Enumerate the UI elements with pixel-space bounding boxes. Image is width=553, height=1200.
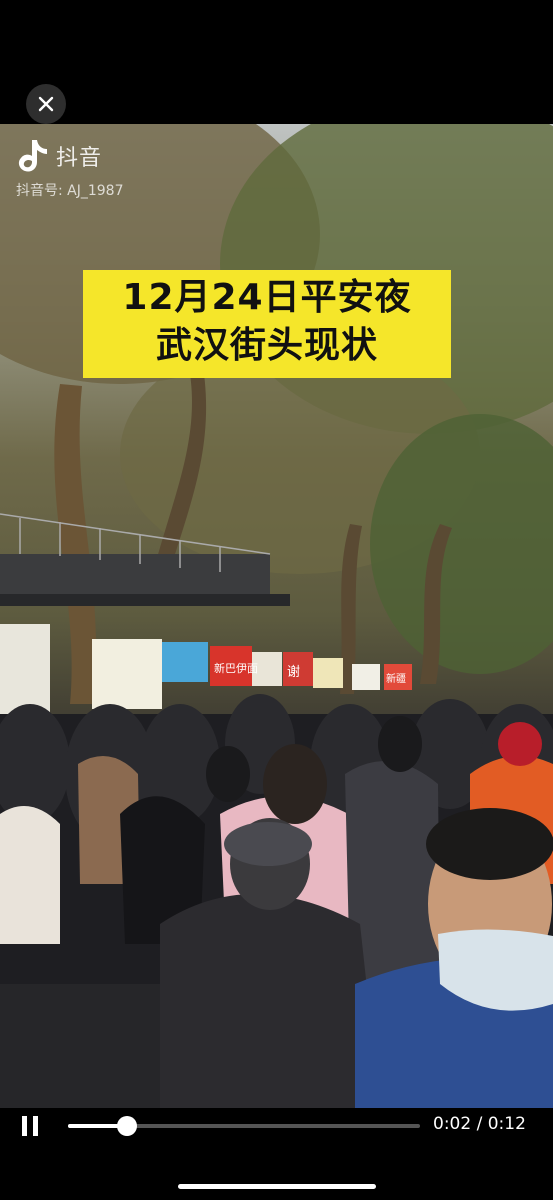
time-separator: / [476,1114,483,1134]
caption-line-1: 12月24日平安夜 [122,277,412,318]
video-caption: 12月24日平安夜 武汉街头现状 [83,270,451,378]
duration: 0:12 [487,1114,526,1134]
time-display: 0:02 / 0:12 [433,1114,526,1134]
close-icon [38,96,54,112]
pause-button[interactable] [22,1116,42,1138]
watermark-app-name: 抖音 [56,146,103,171]
video-frame[interactable]: 新巴伊面 谢 新疆 抖音 抖音号: AJ_1987 12月24日平安夜 武汉街头… [0,124,553,1108]
douyin-logo-icon [18,140,47,172]
progress-bar[interactable] [68,1116,420,1136]
storefront-sign: 新巴伊面 [214,661,258,675]
player-controls: 0:02 / 0:12 [0,1108,553,1144]
douyin-watermark: 抖音 抖音号: AJ_1987 [16,138,124,200]
progress-knob[interactable] [116,1116,137,1136]
storefront-sign: 谢 [287,664,300,680]
storefront-sign: 新疆 [386,672,406,685]
home-indicator[interactable] [178,1184,376,1189]
caption-line-2: 武汉街头现状 [155,325,378,366]
close-button[interactable] [26,84,66,124]
current-time: 0:02 [433,1114,472,1134]
watermark-account-id: 抖音号: AJ_1987 [16,183,124,199]
